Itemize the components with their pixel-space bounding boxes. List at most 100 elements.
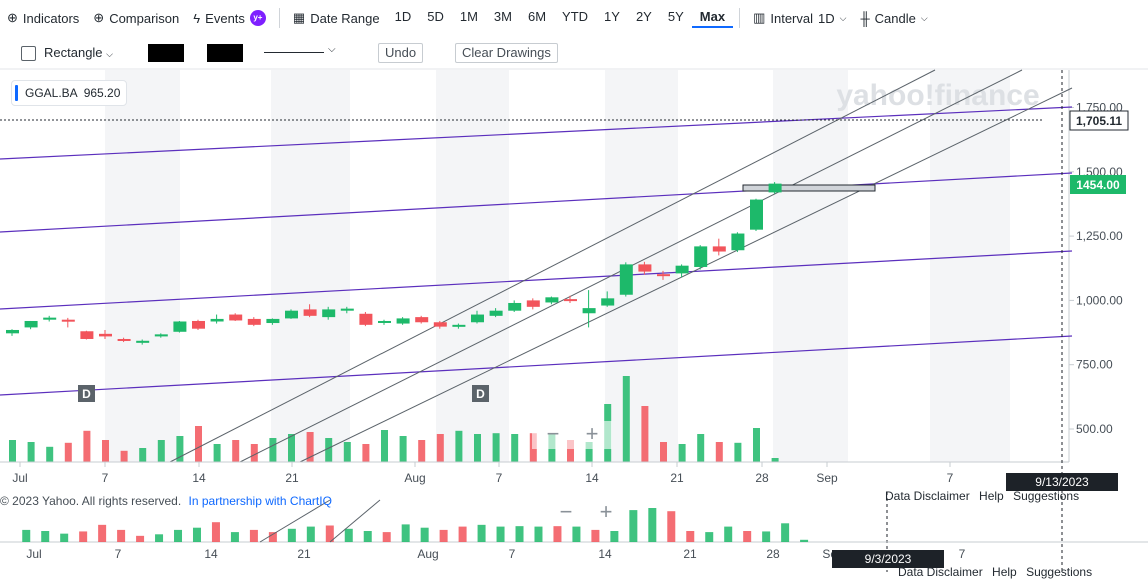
volume-bar: [288, 434, 295, 462]
drawn-rectangle[interactable]: [742, 184, 876, 192]
candle-body[interactable]: [675, 265, 689, 274]
candle-body[interactable]: [210, 318, 224, 322]
candle-body[interactable]: [415, 317, 429, 323]
range-1y[interactable]: 1Y: [596, 9, 628, 28]
rectangle-checkbox[interactable]: [21, 46, 36, 61]
zoom-out-button[interactable]: −: [547, 421, 560, 446]
range-2y[interactable]: 2Y: [628, 9, 660, 28]
suggestions-link[interactable]: Suggestions: [1013, 489, 1079, 503]
candle-body[interactable]: [396, 318, 410, 324]
candle-body[interactable]: [712, 246, 726, 252]
candle-body[interactable]: [266, 318, 280, 324]
range-ytd[interactable]: YTD: [554, 9, 596, 28]
volume-bar: [771, 458, 779, 462]
nav-zoom-out-button[interactable]: −: [560, 499, 573, 524]
nav-volume-bar: [192, 527, 201, 542]
nav-x-tick-label: 14: [204, 547, 218, 561]
candle-body[interactable]: [545, 297, 559, 303]
fill-color-swatch[interactable]: [148, 44, 184, 62]
range-3m[interactable]: 3M: [486, 9, 520, 28]
events-label: Events: [205, 10, 245, 26]
help-link[interactable]: Help: [979, 489, 1004, 503]
candle-body[interactable]: [229, 314, 243, 321]
data-disclaimer-link[interactable]: Data Disclaimer: [898, 565, 983, 579]
nav-zoom-in-button[interactable]: +: [600, 499, 613, 524]
candle-body[interactable]: [173, 321, 187, 332]
candle-body[interactable]: [192, 320, 205, 329]
candle-body[interactable]: [657, 274, 670, 277]
candle-body[interactable]: [6, 329, 19, 334]
candle-body[interactable]: [694, 246, 708, 267]
range-6m[interactable]: 6M: [520, 9, 554, 28]
range-1m[interactable]: 1M: [452, 9, 486, 28]
nav-volume-bar: [610, 531, 619, 542]
line-color-swatch[interactable]: [207, 44, 243, 62]
candle-body[interactable]: [99, 333, 112, 337]
candle-body[interactable]: [564, 299, 577, 302]
events-button[interactable]: ϟ Events y+: [186, 10, 273, 26]
nav-volume-bar: [174, 529, 183, 542]
indicators-button[interactable]: ⊕ Indicators: [0, 10, 86, 26]
data-disclaimer-link[interactable]: Data Disclaimer: [885, 489, 970, 503]
candle-body[interactable]: [452, 324, 466, 327]
candle-body[interactable]: [526, 300, 540, 307]
zoom-in-button[interactable]: +: [586, 421, 599, 446]
candle-body[interactable]: [61, 319, 75, 322]
nav-volume-bar: [591, 529, 600, 542]
chart-type-button[interactable]: ╫ Candle ⌵: [853, 11, 934, 26]
symbol-badge[interactable]: GGAL.BA 965.20: [11, 80, 128, 106]
candle-body[interactable]: [433, 322, 447, 327]
nav-volume-bar: [667, 511, 676, 542]
undo-button[interactable]: Undo: [378, 43, 424, 63]
date-range-button[interactable]: ▦ Date Range: [286, 10, 387, 26]
candle-body[interactable]: [285, 310, 298, 319]
candle-body[interactable]: [508, 302, 522, 311]
interval-button[interactable]: ▥ Interval 1D ⌵: [746, 10, 853, 26]
volume-bar: [381, 430, 388, 462]
candle-body[interactable]: [750, 199, 763, 230]
chartiq-link[interactable]: In partnership with ChartIQ: [189, 494, 332, 508]
candle-body[interactable]: [80, 331, 94, 339]
candle-body[interactable]: [489, 310, 503, 316]
candle-body[interactable]: [136, 340, 150, 343]
candle-body[interactable]: [471, 314, 484, 323]
candle-body[interactable]: [340, 308, 354, 311]
range-1d[interactable]: 1D: [387, 9, 420, 28]
chevron-down-icon[interactable]: ⌵: [328, 44, 336, 55]
candle-body[interactable]: [768, 183, 782, 193]
shape-select[interactable]: Rectangle ⌵: [44, 45, 113, 60]
range-max[interactable]: Max: [691, 9, 734, 28]
volume-bar: [46, 446, 54, 462]
candle-body[interactable]: [322, 309, 336, 318]
interval-value: 1D: [818, 10, 835, 26]
range-5y[interactable]: 5Y: [660, 9, 692, 28]
range-5d[interactable]: 5D: [419, 9, 452, 28]
candle-body[interactable]: [117, 338, 131, 341]
clear-drawings-button[interactable]: Clear Drawings: [455, 43, 558, 63]
candle-body[interactable]: [154, 334, 168, 337]
suggestions-link[interactable]: Suggestions: [1026, 565, 1092, 579]
candle-body[interactable]: [247, 318, 261, 325]
volume-bar: [232, 440, 240, 462]
nav-volume-bar: [648, 508, 657, 542]
candle-body[interactable]: [303, 309, 317, 316]
candle-body[interactable]: [43, 317, 57, 320]
candle-body[interactable]: [601, 298, 615, 306]
nav-volume-bar: [344, 528, 353, 542]
candle-body[interactable]: [378, 320, 391, 323]
help-link[interactable]: Help: [992, 565, 1017, 579]
volume-bar: [753, 428, 760, 462]
candle-body[interactable]: [582, 308, 596, 314]
volume-bar: [83, 430, 91, 462]
candle-body[interactable]: [359, 313, 373, 325]
candle-body[interactable]: [619, 264, 633, 295]
x-tick-label: 7: [947, 471, 954, 485]
candle-body[interactable]: [731, 233, 745, 251]
copyright-text: © 2023 Yahoo. All rights reserved. In pa…: [0, 494, 332, 508]
candle-body[interactable]: [638, 264, 652, 272]
nav-volume-bar: [743, 531, 752, 542]
comparison-button[interactable]: ⊕ Comparison: [86, 10, 186, 26]
candle-body[interactable]: [24, 320, 38, 328]
nav-x-tick-label: Aug: [417, 547, 438, 561]
line-style-select[interactable]: [264, 52, 324, 53]
